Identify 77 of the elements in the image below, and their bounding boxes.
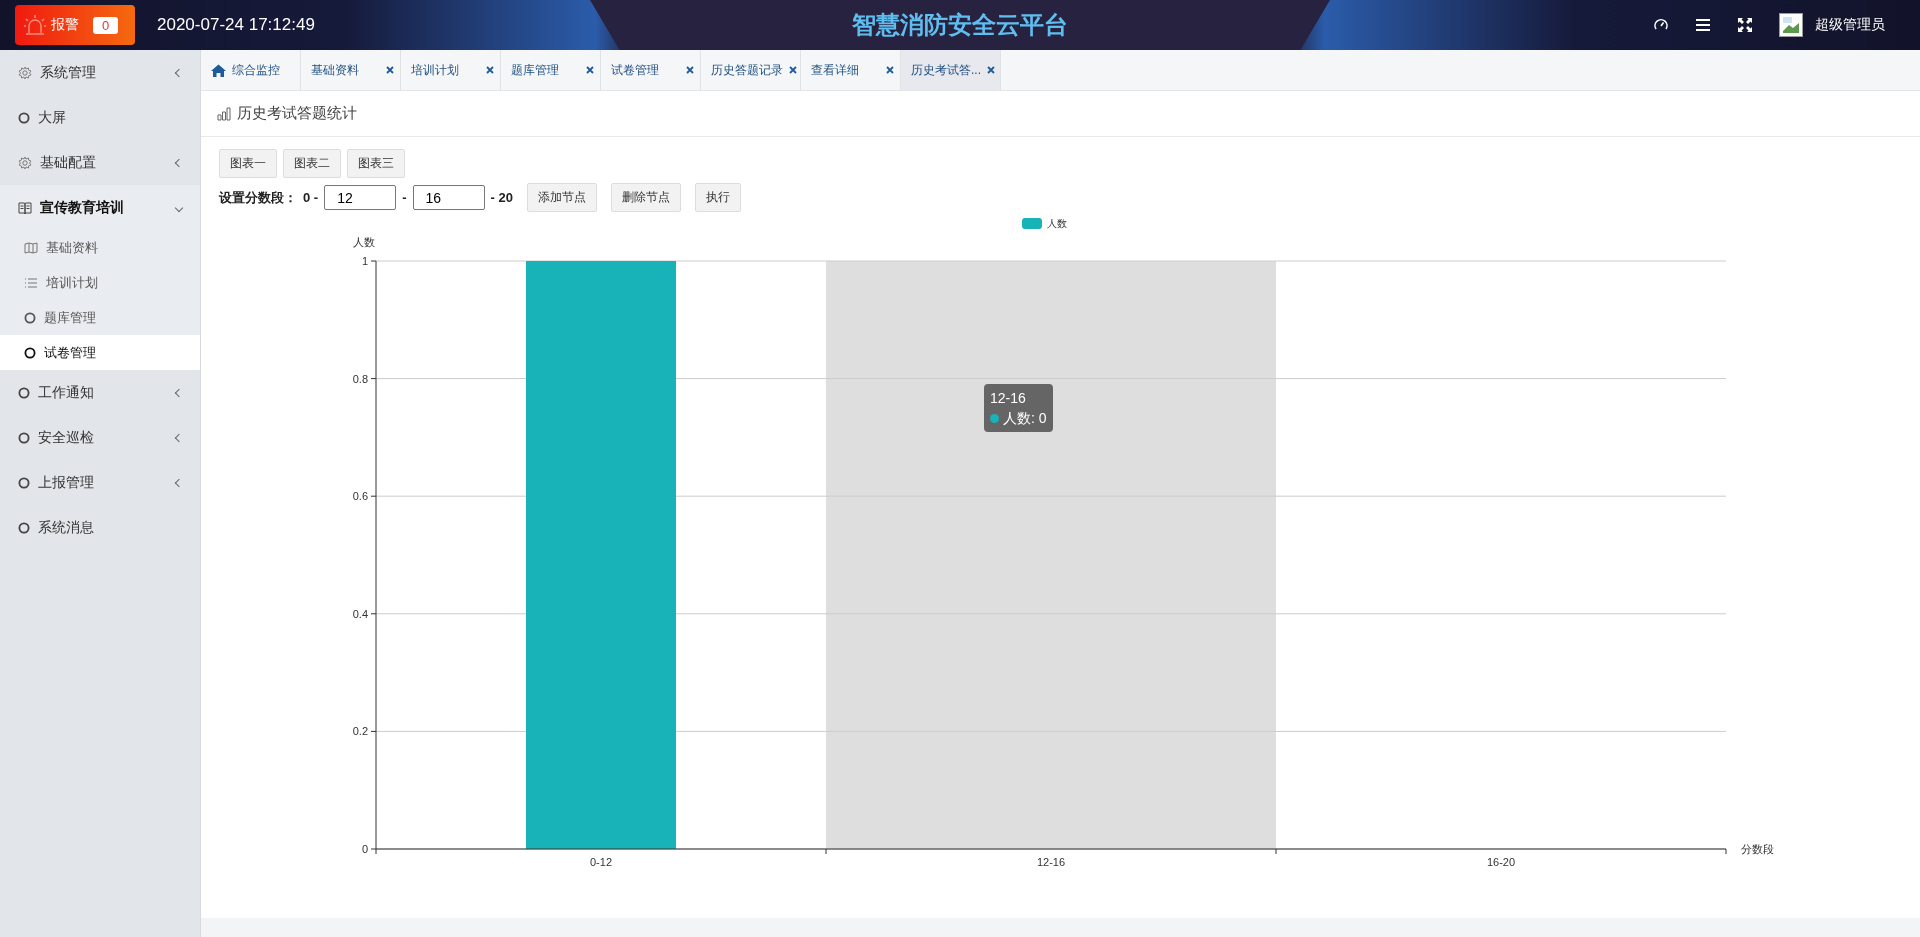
x-tick-label: 0-12 (590, 856, 612, 868)
sidebar-item[interactable]: 题库管理 (0, 300, 200, 335)
chart-legend[interactable]: 人数 (1022, 218, 1067, 229)
bar-chart-icon (217, 106, 231, 121)
list-icon (24, 277, 38, 288)
page-tab[interactable]: 培训计划 (401, 50, 501, 90)
close-icon[interactable] (987, 66, 995, 74)
tooltip-title: 12-16 (990, 389, 1027, 408)
circle-icon (18, 111, 30, 124)
score-input[interactable]: 12 (324, 185, 397, 210)
gear-icon (18, 155, 32, 170)
sidebar-item[interactable]: 培训计划 (0, 265, 200, 300)
alarm-count: 0 (93, 16, 119, 34)
page-tab[interactable]: 基础资料 (301, 50, 401, 90)
sidebar-item[interactable]: 宣传教育培训 (0, 185, 200, 230)
sidebar-item[interactable]: 安全巡检 (0, 415, 200, 460)
close-icon[interactable] (789, 66, 797, 74)
y-axis-title: 人数 (353, 236, 375, 248)
y-tick-label: 0.6 (352, 490, 368, 503)
y-tick-label: 1 (361, 255, 368, 267)
page-tab[interactable]: 题库管理 (501, 50, 601, 90)
score-input[interactable]: 16 (412, 185, 485, 210)
circle-icon (24, 311, 36, 324)
close-icon[interactable] (386, 66, 394, 74)
action-button[interactable]: 添加节点 (526, 183, 597, 212)
segment-end: - 20 (490, 190, 513, 205)
tooltip-value: 人数: 0 (1003, 409, 1047, 428)
fullscreen-icon[interactable] (1737, 17, 1753, 33)
chart-switch-button[interactable]: 图表一 (219, 149, 277, 178)
home-icon (211, 63, 226, 77)
sidebar-item[interactable]: 基础资料 (0, 230, 200, 265)
map-icon (24, 241, 38, 254)
close-icon[interactable] (686, 66, 694, 74)
page-tab[interactable]: 历史考试答... (901, 50, 1001, 90)
book-icon (18, 200, 32, 215)
circle-icon (18, 386, 30, 399)
sidebar-item[interactable]: 基础配置 (0, 140, 200, 185)
sidebar-item[interactable]: 上报管理 (0, 460, 200, 505)
app-title: 智慧消防安全云平台 (590, 0, 1330, 50)
sidebar-item[interactable]: 大屏 (0, 95, 200, 140)
segment-start: 0 - (303, 190, 319, 205)
alarm-button[interactable]: 报警 0 (15, 5, 135, 45)
circle-icon (24, 346, 36, 359)
circle-icon (18, 431, 30, 444)
chart-switch-button[interactable]: 图表二 (283, 149, 341, 178)
page-tab[interactable]: 试卷管理 (601, 50, 701, 90)
user-name[interactable]: 超级管理员 (1815, 16, 1885, 34)
circle-icon (18, 476, 30, 489)
broken-image-icon (1779, 13, 1803, 37)
x-tick-label: 12-16 (1036, 856, 1066, 868)
y-tick-label: 0.8 (352, 372, 368, 385)
close-icon[interactable] (886, 66, 894, 74)
segment-label: 设置分数段： (219, 188, 297, 207)
y-tick-label: 0 (361, 843, 368, 855)
sidebar-item[interactable]: 系统管理 (0, 50, 200, 95)
panel-title: 历史考试答题统计 (237, 104, 357, 123)
circle-icon (18, 521, 30, 534)
segment-separator: - (402, 190, 407, 205)
page-tab[interactable]: 历史答题记录 (701, 50, 801, 90)
y-tick-label: 0.4 (352, 607, 368, 620)
gear-icon (18, 65, 32, 80)
close-icon[interactable] (486, 66, 494, 74)
page-tab[interactable]: 综合监控 (201, 50, 301, 90)
menu-icon[interactable] (1695, 18, 1711, 32)
chart-switch-button[interactable]: 图表三 (347, 149, 405, 178)
y-tick-label: 0.2 (352, 725, 368, 738)
sidebar-item[interactable]: 系统消息 (0, 505, 200, 550)
x-axis-title: 分数段 (1741, 843, 1774, 855)
date-time: 2020-07-24 17:12:49 (157, 15, 315, 35)
sidebar-item[interactable]: 试卷管理 (0, 335, 200, 370)
x-tick-label: 16-20 (1486, 856, 1516, 868)
siren-icon (23, 14, 47, 36)
action-button[interactable]: 执行 (694, 183, 741, 212)
legend-label: 人数 (1047, 218, 1067, 229)
close-icon[interactable] (586, 66, 594, 74)
action-button[interactable]: 删除节点 (610, 183, 681, 212)
sidebar-item[interactable]: 工作通知 (0, 370, 200, 415)
